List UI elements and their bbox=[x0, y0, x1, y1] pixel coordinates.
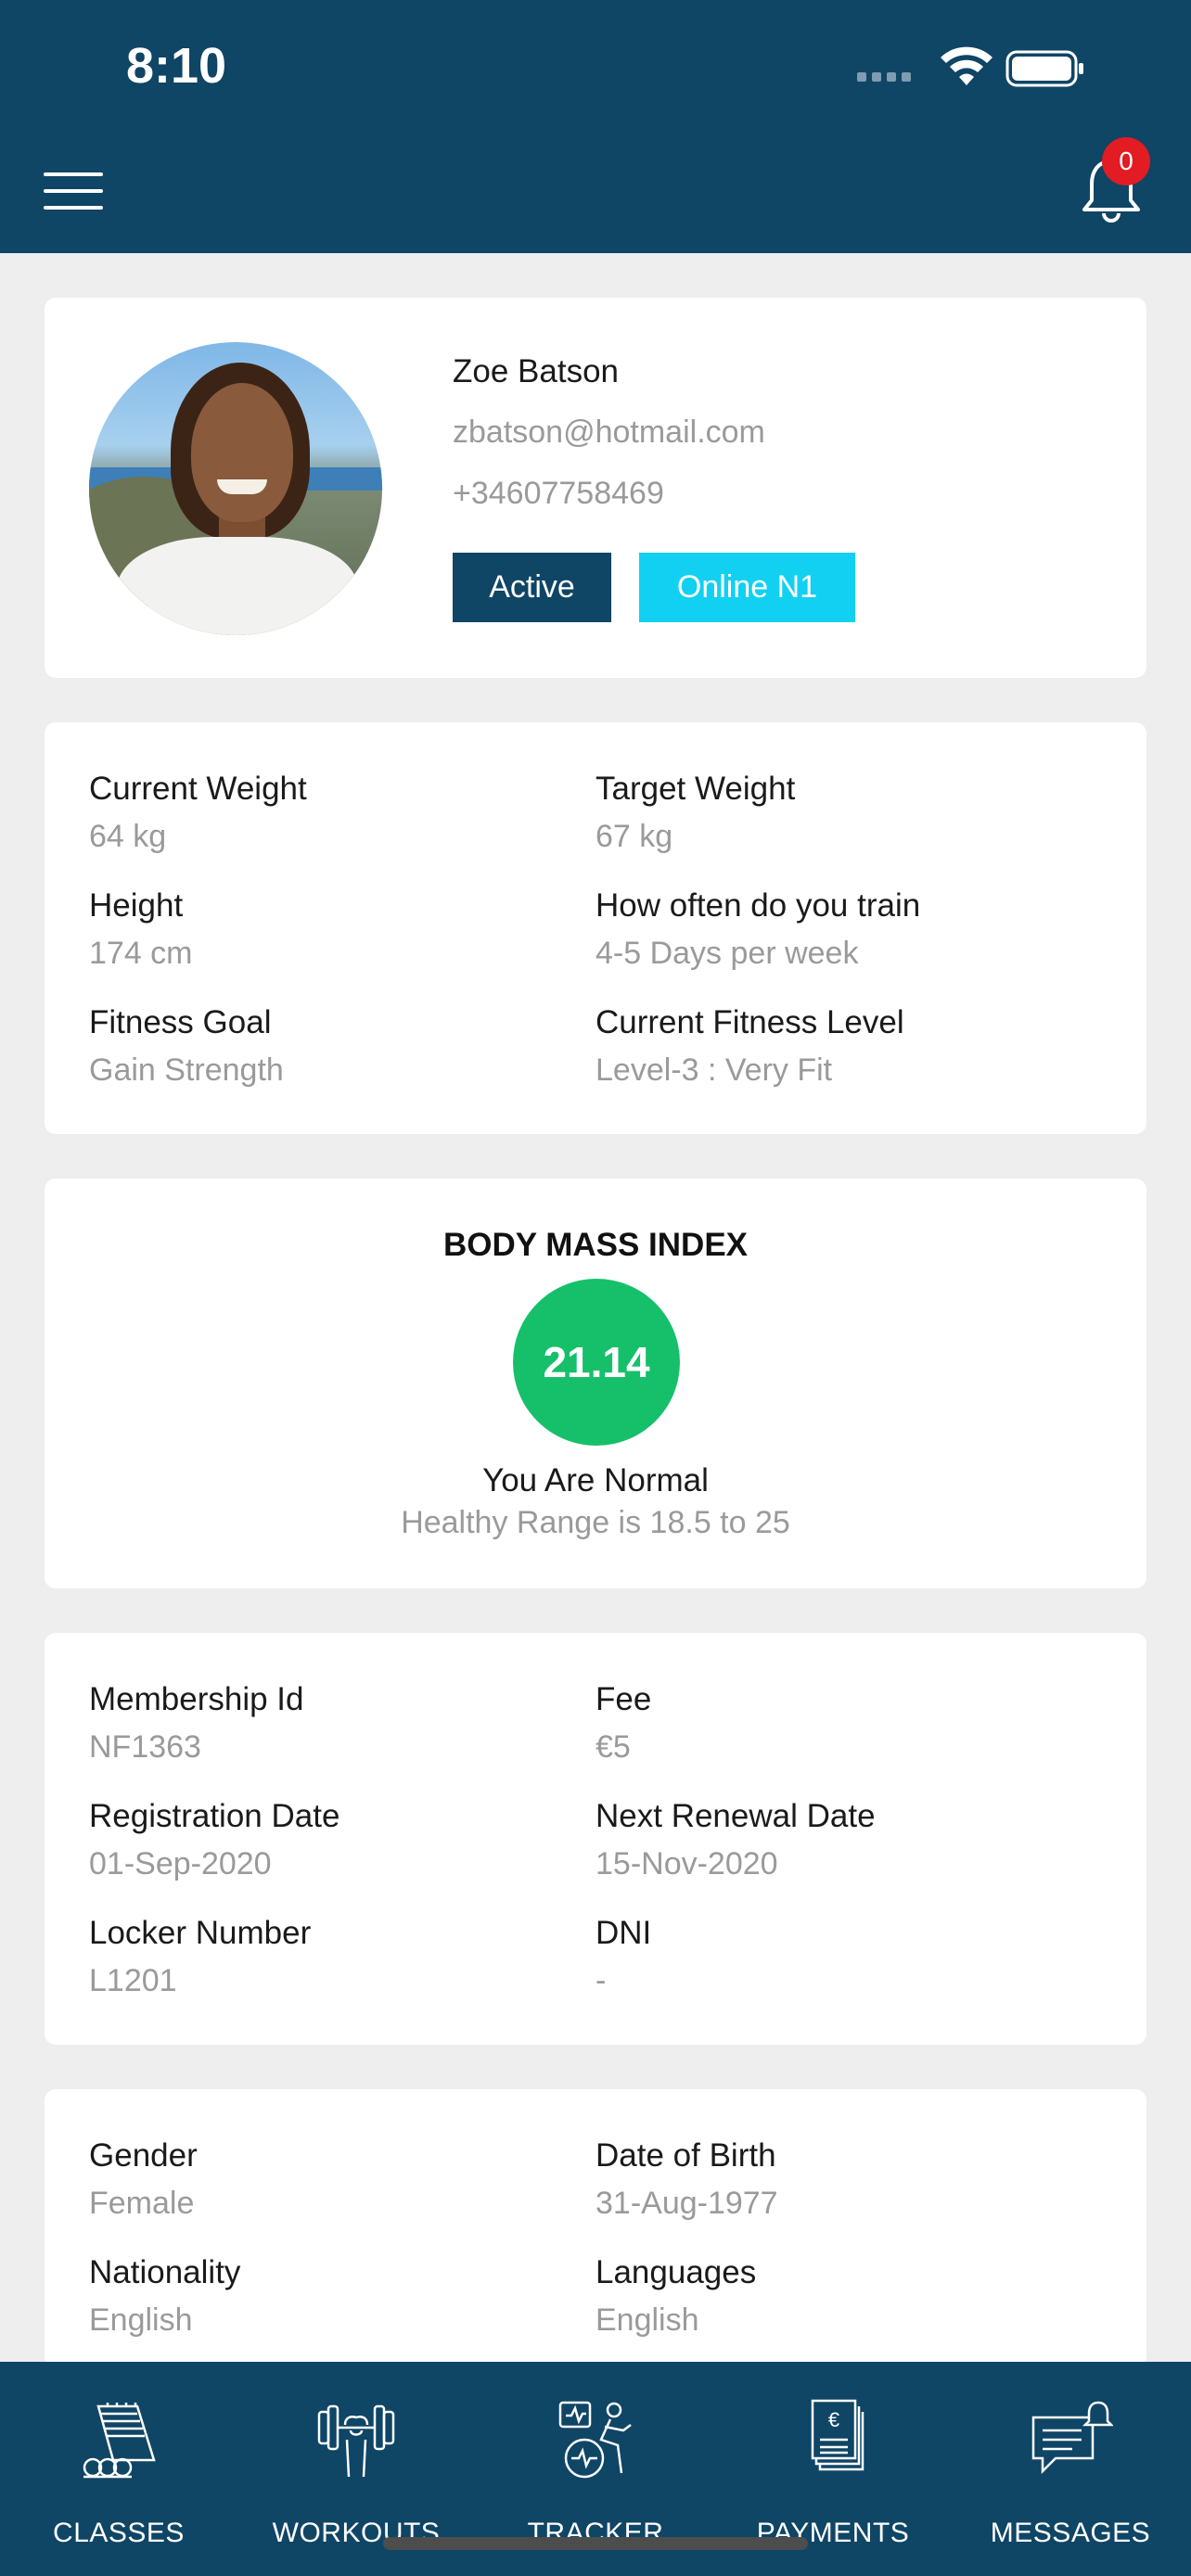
nav-classes[interactable]: CLASSES bbox=[28, 2362, 210, 2576]
avatar bbox=[89, 342, 382, 635]
fitness-level-value: Level-3 : Very Fit bbox=[596, 1052, 833, 1088]
bmi-value: 21.14 bbox=[513, 1279, 680, 1446]
classes-icon bbox=[83, 2403, 156, 2479]
svg-text:€: € bbox=[828, 2408, 839, 2431]
renewal-date-value: 15-Nov-2020 bbox=[596, 1846, 778, 1881]
nationality-label: Nationality bbox=[89, 2254, 241, 2290]
fitness-goal-value: Gain Strength bbox=[89, 1052, 284, 1088]
membership-card: Membership Id NF1363 Fee €5 Registration… bbox=[45, 1633, 1146, 2045]
locker-number-value: L1201 bbox=[89, 1963, 177, 1998]
nationality-value: English bbox=[89, 2302, 193, 2338]
payments-icon: € bbox=[811, 2399, 864, 2471]
height-value: 174 cm bbox=[89, 936, 193, 971]
dob-label: Date of Birth bbox=[596, 2137, 776, 2174]
dumbbell-icon bbox=[317, 2404, 395, 2478]
bmi-range: Healthy Range is 18.5 to 25 bbox=[401, 1505, 790, 1540]
fee-value: €5 bbox=[596, 1729, 631, 1765]
wifi-icon bbox=[941, 46, 992, 85]
status-time: 8:10 bbox=[126, 38, 227, 94]
profile-card: Zoe Batson zbatson@hotmail.com +34607758… bbox=[45, 298, 1146, 678]
bmi-title: BODY MASS INDEX bbox=[442, 1227, 749, 1263]
profile-name: Zoe Batson bbox=[453, 353, 619, 389]
renewal-date-label: Next Renewal Date bbox=[596, 1798, 876, 1834]
app-header: 8:10 0 bbox=[0, 0, 1191, 253]
locker-number-label: Locker Number bbox=[89, 1915, 312, 1951]
signal-icon bbox=[857, 72, 911, 82]
registration-date-value: 01-Sep-2020 bbox=[89, 1846, 272, 1881]
gender-label: Gender bbox=[89, 2137, 198, 2174]
status-badge: Active bbox=[453, 553, 611, 622]
languages-label: Languages bbox=[596, 2254, 757, 2290]
tracker-icon bbox=[558, 2401, 632, 2479]
battery-icon bbox=[1005, 50, 1083, 87]
profile-email: zbatson@hotmail.com bbox=[453, 414, 765, 450]
bmi-status: You Are Normal bbox=[482, 1462, 709, 1498]
languages-value: English bbox=[596, 2302, 699, 2338]
nav-classes-label: CLASSES bbox=[53, 2518, 185, 2548]
personal-info-card: Gender Female Date of Birth 31-Aug-1977 … bbox=[45, 2089, 1146, 2367]
gender-value: Female bbox=[89, 2186, 195, 2221]
fitness-level-label: Current Fitness Level bbox=[596, 1004, 904, 1040]
messages-icon bbox=[1031, 2401, 1113, 2475]
registration-date-label: Registration Date bbox=[89, 1798, 340, 1834]
menu-icon[interactable] bbox=[44, 172, 103, 210]
membership-id-label: Membership Id bbox=[89, 1681, 304, 1717]
fee-label: Fee bbox=[596, 1681, 652, 1717]
current-weight-value: 64 kg bbox=[89, 819, 167, 854]
fitness-goal-label: Fitness Goal bbox=[89, 1004, 272, 1040]
app: 8:10 0 Zoe Batson zbatson@hotmail.com +3… bbox=[0, 0, 1191, 2576]
bmi-card: BODY MASS INDEX 21.14 You Are Normal Hea… bbox=[45, 1179, 1146, 1588]
nav-messages-label: MESSAGES bbox=[990, 2518, 1151, 2548]
dob-value: 31-Aug-1977 bbox=[596, 2186, 778, 2221]
fitness-stats-card: Current Weight 64 kg Target Weight 67 kg… bbox=[45, 722, 1146, 1134]
current-weight-label: Current Weight bbox=[89, 771, 307, 807]
status-icons bbox=[857, 45, 1154, 91]
target-weight-label: Target Weight bbox=[596, 771, 796, 807]
height-label: Height bbox=[89, 887, 184, 924]
target-weight-value: 67 kg bbox=[596, 819, 673, 854]
plan-badge: Online N1 bbox=[639, 553, 855, 622]
membership-id-value: NF1363 bbox=[89, 1729, 201, 1765]
train-frequency-label: How often do you train bbox=[596, 887, 921, 924]
nav-messages[interactable]: MESSAGES bbox=[980, 2362, 1161, 2576]
dni-label: DNI bbox=[596, 1915, 652, 1951]
home-indicator bbox=[383, 2537, 808, 2550]
dni-value: - bbox=[596, 1963, 607, 1998]
train-frequency-value: 4-5 Days per week bbox=[596, 936, 859, 971]
profile-phone: +34607758469 bbox=[453, 476, 664, 511]
notification-badge: 0 bbox=[1102, 137, 1150, 185]
